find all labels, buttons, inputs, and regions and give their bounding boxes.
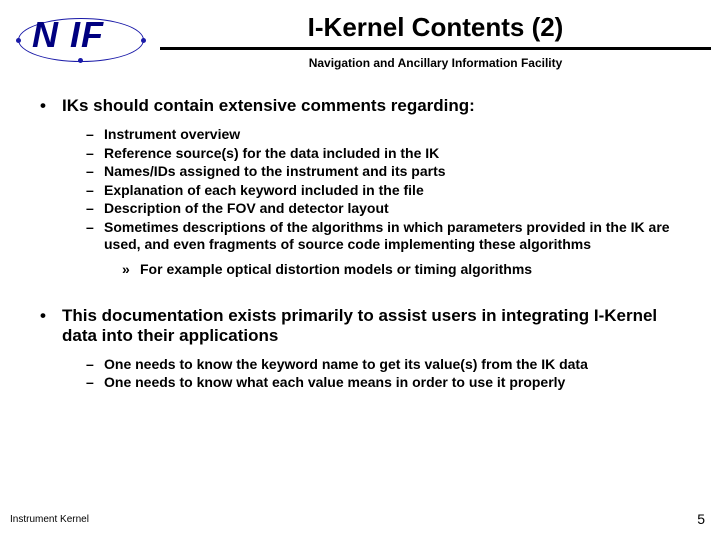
logo-text: N IF	[32, 14, 104, 56]
bullet-text: For example optical distortion models or…	[140, 260, 532, 278]
bullet-level2: –Instrument overview	[86, 126, 683, 144]
bullet-text: Explanation of each keyword included in …	[104, 182, 424, 200]
dash-icon: –	[86, 182, 104, 200]
bullet-level1: • This documentation exists primarily to…	[38, 306, 683, 346]
bullet-level2-list: –One needs to know the keyword name to g…	[38, 356, 683, 392]
bullet-level3-list: »For example optical distortion models o…	[38, 260, 683, 278]
bullet-text: Sometimes descriptions of the algorithms…	[104, 219, 683, 254]
page-number: 5	[697, 511, 705, 527]
dash-icon: –	[86, 356, 104, 374]
bullet-level2: –Explanation of each keyword included in…	[86, 182, 683, 200]
title-block: I-Kernel Contents (2) Navigation and Anc…	[160, 8, 711, 70]
bullet-level2: –Reference source(s) for the data includ…	[86, 145, 683, 163]
bullet-level2: –One needs to know the keyword name to g…	[86, 356, 683, 374]
bullet-text: One needs to know the keyword name to ge…	[104, 356, 588, 374]
slide-content: • IKs should contain extensive comments …	[0, 70, 721, 392]
dash-icon: –	[86, 145, 104, 163]
bullet-text: Reference source(s) for the data include…	[104, 145, 439, 163]
raquo-icon: »	[122, 260, 140, 278]
bullet-text: One needs to know what each value means …	[104, 374, 565, 392]
bullet-level2: –One needs to know what each value means…	[86, 374, 683, 392]
logo-dot-icon	[141, 38, 146, 43]
section-2: • This documentation exists primarily to…	[38, 306, 683, 392]
dash-icon: –	[86, 374, 104, 392]
logo-dot-icon	[16, 38, 21, 43]
dash-icon: –	[86, 200, 104, 218]
bullet-level1: • IKs should contain extensive comments …	[38, 96, 683, 116]
bullet-level2: –Description of the FOV and detector lay…	[86, 200, 683, 218]
bullet-dot-icon: •	[38, 96, 62, 116]
slide-title: I-Kernel Contents (2)	[160, 12, 711, 47]
dash-icon: –	[86, 219, 104, 254]
title-rule	[160, 47, 711, 50]
footer-left: Instrument Kernel	[10, 514, 89, 525]
naif-logo: N IF	[10, 8, 160, 68]
bullet-text: Instrument overview	[104, 126, 240, 144]
slide-header: N IF I-Kernel Contents (2) Navigation an…	[0, 0, 721, 70]
dash-icon: –	[86, 126, 104, 144]
bullet-text: Description of the FOV and detector layo…	[104, 200, 389, 218]
bullet-level2: –Names/IDs assigned to the instrument an…	[86, 163, 683, 181]
bullet-text: This documentation exists primarily to a…	[62, 306, 683, 346]
bullet-level3: »For example optical distortion models o…	[122, 260, 683, 278]
bullet-level2: –Sometimes descriptions of the algorithm…	[86, 219, 683, 254]
bullet-level2-list: –Instrument overview –Reference source(s…	[38, 126, 683, 254]
bullet-dot-icon: •	[38, 306, 62, 346]
dash-icon: –	[86, 163, 104, 181]
bullet-text: IKs should contain extensive comments re…	[62, 96, 475, 116]
logo-dot-icon	[78, 58, 83, 63]
slide-subtitle: Navigation and Ancillary Information Fac…	[160, 56, 711, 70]
bullet-text: Names/IDs assigned to the instrument and…	[104, 163, 446, 181]
